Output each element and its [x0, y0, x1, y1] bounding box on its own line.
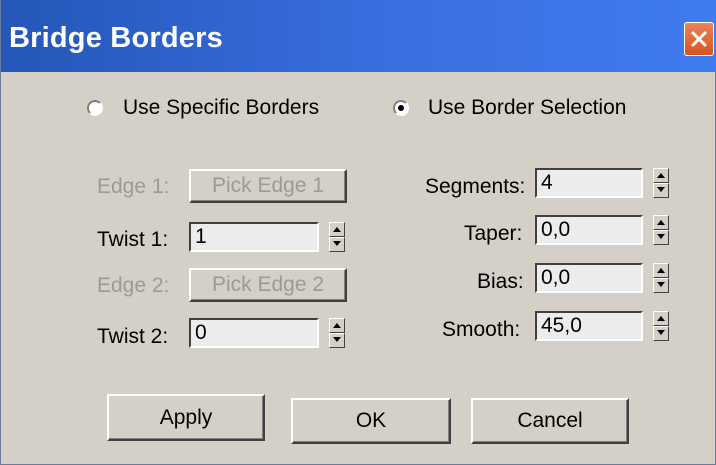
arrow-down-icon	[657, 187, 665, 192]
close-icon	[691, 31, 707, 47]
arrow-up-icon	[657, 220, 665, 225]
window-title: Bridge Borders	[9, 22, 223, 54]
twist2-spinner[interactable]	[329, 318, 345, 348]
taper-label: Taper:	[464, 222, 523, 245]
arrow-down-icon	[333, 241, 341, 246]
taper-input[interactable]: 0,0	[535, 215, 643, 245]
radio-label-use-border-selection[interactable]: Use Border Selection	[428, 96, 626, 120]
spinner-up-button[interactable]	[653, 215, 669, 230]
spinner-down-button[interactable]	[653, 326, 669, 341]
radio-dot	[398, 105, 404, 111]
twist1-input[interactable]: 1	[189, 222, 319, 252]
smooth-input[interactable]: 45,0	[535, 311, 643, 341]
arrow-up-icon	[657, 268, 665, 273]
pick-edge-2-button[interactable]: Pick Edge 2	[189, 268, 347, 302]
spinner-down-button[interactable]	[329, 237, 345, 252]
spinner-up-button[interactable]	[653, 311, 669, 326]
smooth-spinner[interactable]	[653, 311, 669, 341]
twist1-spinner[interactable]	[329, 222, 345, 252]
arrow-down-icon	[657, 234, 665, 239]
edge2-label: Edge 2:	[97, 274, 170, 297]
arrow-up-icon	[657, 173, 665, 178]
arrow-down-icon	[333, 337, 341, 342]
twist2-input[interactable]: 0	[189, 318, 319, 348]
arrow-up-icon	[333, 323, 341, 328]
bridge-borders-dialog: Bridge Borders Use Specific Borders Use …	[0, 0, 716, 465]
bias-input[interactable]: 0,0	[535, 263, 643, 293]
spinner-down-button[interactable]	[653, 278, 669, 293]
spinner-up-button[interactable]	[653, 263, 669, 278]
arrow-down-icon	[657, 282, 665, 287]
bias-label: Bias:	[477, 270, 524, 293]
spinner-up-button[interactable]	[329, 222, 345, 237]
cancel-button[interactable]: Cancel	[471, 398, 629, 444]
spinner-up-button[interactable]	[329, 318, 345, 333]
taper-spinner[interactable]	[653, 215, 669, 245]
smooth-label: Smooth:	[442, 318, 521, 341]
close-button[interactable]	[684, 22, 714, 56]
segments-input[interactable]: 4	[535, 168, 643, 198]
pick-edge-1-button[interactable]: Pick Edge 1	[189, 169, 347, 203]
apply-button[interactable]: Apply	[107, 394, 265, 441]
spinner-down-button[interactable]	[653, 183, 669, 198]
edge1-label: Edge 1:	[97, 175, 170, 198]
segments-label: Segments:	[425, 175, 526, 198]
spinner-down-button[interactable]	[653, 230, 669, 245]
radio-use-border-selection[interactable]	[393, 100, 409, 116]
title-bar[interactable]: Bridge Borders	[1, 0, 716, 72]
radio-label-use-specific-borders[interactable]: Use Specific Borders	[123, 96, 319, 120]
segments-spinner[interactable]	[653, 168, 669, 198]
radio-use-specific-borders[interactable]	[87, 100, 103, 116]
arrow-up-icon	[657, 316, 665, 321]
spinner-down-button[interactable]	[329, 333, 345, 348]
arrow-down-icon	[657, 330, 665, 335]
spinner-up-button[interactable]	[653, 168, 669, 183]
twist2-label: Twist 2:	[97, 325, 169, 348]
ok-button[interactable]: OK	[291, 398, 451, 444]
bias-spinner[interactable]	[653, 263, 669, 293]
arrow-up-icon	[333, 227, 341, 232]
twist1-label: Twist 1:	[97, 228, 169, 251]
